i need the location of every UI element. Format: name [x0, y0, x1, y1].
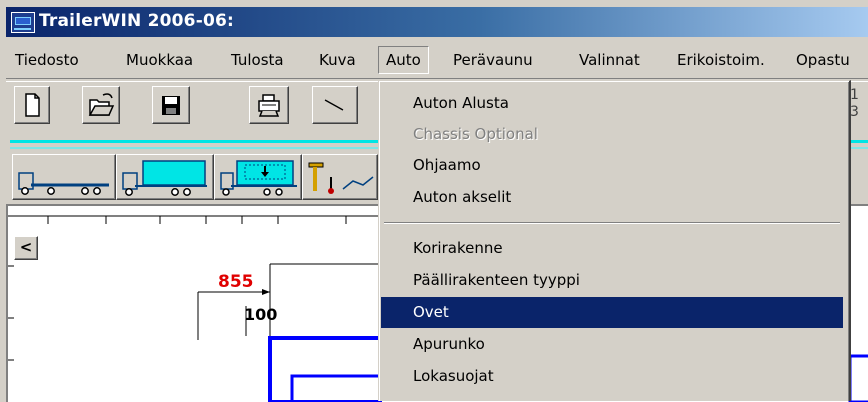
- truck-trailer-icon: [18, 172, 109, 195]
- title-bar[interactable]: TrailerWIN 2006-06:: [6, 7, 868, 37]
- dimension-label-black: 100: [244, 305, 278, 324]
- open-button[interactable]: [82, 86, 120, 124]
- menu-item-paallirakenteen-tyyppi[interactable]: Päällirakenteen tyyppi: [381, 265, 843, 296]
- menu-item-auton-akselit[interactable]: Auton akselit: [381, 182, 843, 213]
- line-tool-icon: [324, 99, 344, 111]
- menu-item-auton-alusta[interactable]: Auton Alusta: [381, 88, 843, 119]
- truck-box-button[interactable]: [116, 154, 214, 200]
- scroll-left-button[interactable]: <: [14, 236, 38, 260]
- crane-icon: [308, 162, 374, 194]
- print-button[interactable]: [249, 86, 289, 124]
- menu-kuva[interactable]: Kuva: [312, 48, 363, 72]
- menu-valinnat[interactable]: Valinnat: [572, 48, 647, 72]
- menu-tiedosto[interactable]: Tiedosto: [8, 48, 86, 72]
- menu-item-apurunko[interactable]: Apurunko: [381, 329, 843, 360]
- menu-muokkaa[interactable]: Muokkaa: [119, 48, 200, 72]
- truck-box-load-icon: [220, 160, 297, 196]
- line-tool-button[interactable]: [312, 86, 358, 124]
- truck-box-icon: [122, 160, 207, 196]
- truck-box-load-button[interactable]: [214, 154, 302, 200]
- menu-separator: [384, 222, 840, 224]
- auto-dropdown-menu: Auton Alusta Chassis Optional Ohjaamo Au…: [378, 80, 851, 401]
- save-button[interactable]: [152, 86, 190, 124]
- window-title: TrailerWIN 2006-06:: [39, 11, 235, 31]
- new-button[interactable]: [14, 86, 50, 124]
- print-icon: [258, 94, 280, 117]
- new-document-icon: [25, 93, 40, 117]
- vehicle-toolbar: [6, 152, 378, 202]
- menu-tulosta[interactable]: Tulosta: [224, 48, 291, 72]
- menu-item-lokasuojat[interactable]: Lokasuojat: [381, 361, 843, 392]
- menu-item-ovet[interactable]: Ovet: [381, 297, 843, 328]
- dimension-label-red: 855: [218, 272, 254, 292]
- open-folder-icon: [88, 93, 115, 116]
- save-disk-icon: [162, 96, 180, 115]
- menu-bar: Tiedosto Muokkaa Tulosta Kuva Auto Peräv…: [6, 42, 868, 76]
- menu-item-ohjaamo[interactable]: Ohjaamo: [381, 150, 843, 181]
- app-icon[interactable]: [11, 12, 35, 33]
- menu-item-korirakenne[interactable]: Korirakenne: [381, 233, 843, 264]
- menu-opastus[interactable]: Opastu: [789, 48, 857, 72]
- menu-auto[interactable]: Auto: [378, 46, 429, 74]
- crane-button[interactable]: [302, 154, 378, 200]
- menu-item-chassis-optional: Chassis Optional: [413, 125, 538, 143]
- truck-trailer-button[interactable]: [12, 154, 116, 200]
- main-toolbar: [6, 82, 378, 132]
- menu-peravaunu[interactable]: Perävaunu: [446, 48, 540, 72]
- menu-erikoistoim[interactable]: Erikoistoim.: [670, 48, 772, 72]
- toolbar-cut-off-text: 1 3: [850, 87, 859, 120]
